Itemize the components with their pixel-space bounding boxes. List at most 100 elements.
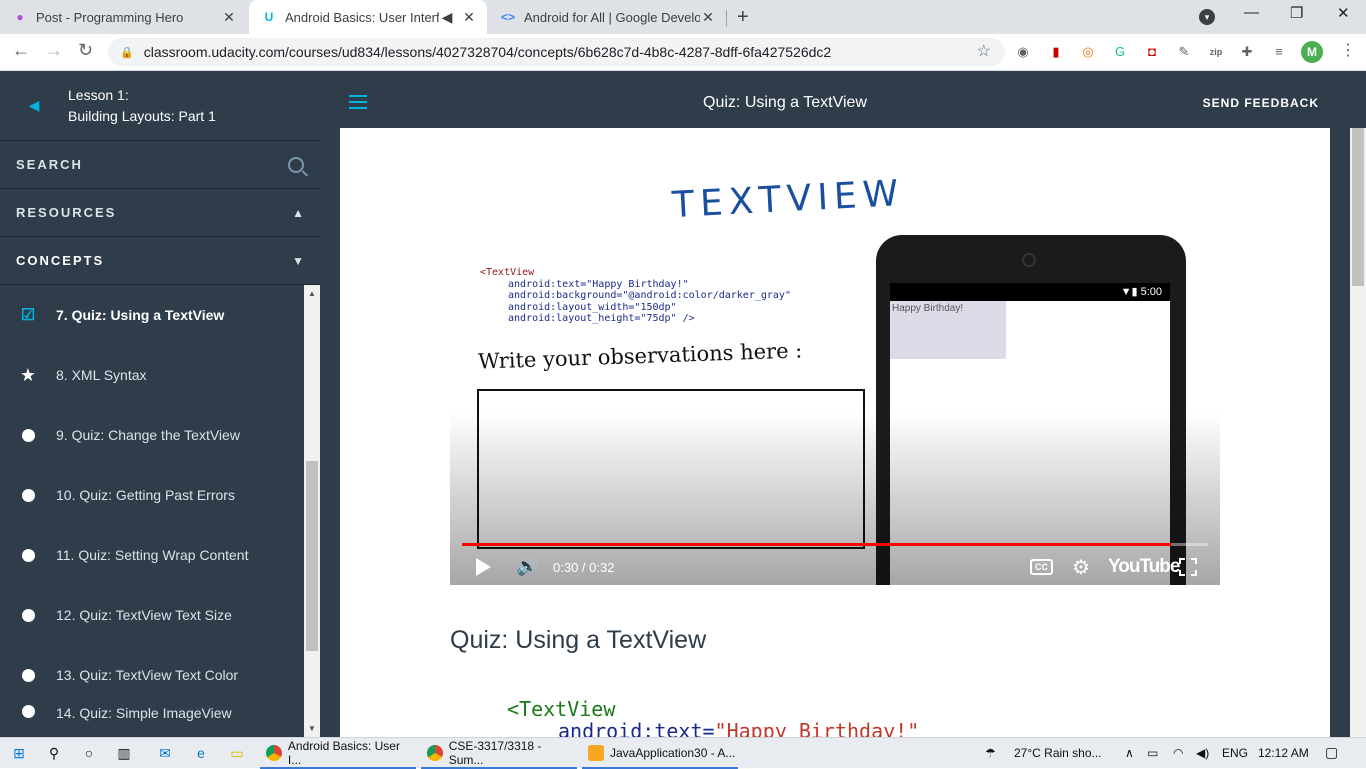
lesson-number: Lesson 1: [68,86,129,103]
tray-chevron-icon[interactable]: ∧ [1125,746,1134,760]
lesson-title: Building Layouts: Part 1 [68,107,216,124]
tab-android-basics[interactable]: U Android Basics: User Interfac ◀ ✕ [249,0,487,34]
concept-item[interactable]: 14. Quiz: Simple ImageView [0,705,304,737]
notifications-icon[interactable]: ▢ [1325,744,1338,761]
grammarly-icon[interactable]: G [1111,43,1129,61]
speaker-icon[interactable]: ◀) [1196,746,1209,760]
google-developers-favicon-icon: <> [500,10,515,24]
pocket-icon[interactable]: ◘ [1143,43,1161,61]
search-icon[interactable] [288,156,304,173]
concept-item[interactable]: 10. Quiz: Getting Past Errors [0,465,304,525]
concept-item[interactable]: 11. Quiz: Setting Wrap Content [0,525,304,585]
address-bar[interactable]: 🔒 classroom.udacity.com/courses/ud834/le… [108,38,1005,66]
taskbar-app-netbeans[interactable]: JavaApplication30 - A... [582,738,738,769]
scroll-up-icon[interactable]: ▲ [304,289,320,298]
captions-icon[interactable]: CC [1030,559,1053,575]
close-window-button[interactable]: ✕ [1337,4,1350,22]
taskbar-app-chrome-2[interactable]: CSE-3317/3318 - Sum... [421,738,577,769]
task-view-icon[interactable]: ▥ [115,744,133,762]
url-text[interactable]: classroom.udacity.com/courses/ud834/less… [144,44,832,60]
sidebar-search[interactable]: SEARCH [0,141,320,189]
settings-gear-icon[interactable]: ⚙ [1072,555,1090,580]
battery-icon[interactable]: ▭ [1147,746,1158,760]
minimize-button[interactable]: — [1244,4,1259,21]
sidebar-scrollbar[interactable]: ▲ ▼ [304,285,320,737]
camera-extension-icon[interactable]: ◉ [1014,43,1032,61]
tab-programming-hero[interactable]: ● Post - Programming Hero ✕ [0,0,247,34]
youtube-logo[interactable]: YouTube [1108,556,1180,578]
concept-label: 9. Quiz: Change the TextView [56,427,240,443]
extensions-puzzle-icon[interactable]: ✚ [1238,43,1256,61]
eyedropper-icon[interactable]: ✎ [1175,43,1193,61]
lesson-header[interactable]: ◀ Lesson 1: Building Layouts: Part 1 [0,71,320,141]
weather-icon[interactable]: ☂ [985,746,996,760]
resources-label: RESOURCES [16,205,117,220]
concept-item[interactable]: 9. Quiz: Change the TextView [0,405,304,465]
lock-icon[interactable]: 🔒 [120,46,134,59]
bookmark-star-icon[interactable]: ☆ [977,41,991,61]
send-feedback-button[interactable]: SEND FEEDBACK [1203,96,1319,110]
file-explorer-icon[interactable]: ▭ [228,744,246,762]
circle-extension-icon[interactable]: ◎ [1079,43,1097,61]
search-icon[interactable]: ⚲ [45,744,63,762]
concept-label: 8. XML Syntax [56,367,147,383]
volume-icon[interactable]: 🔊 [516,556,538,577]
concept-label: 14. Quiz: Simple ImageView [56,705,232,721]
caret-up-icon: ▲ [292,205,304,220]
gitzip-icon[interactable]: zip [1207,43,1225,61]
weather-text[interactable]: 27°C Rain sho... [1014,746,1102,760]
taskbar-app-chrome[interactable]: Android Basics: User I... [260,738,416,769]
color-extension-icon[interactable]: ▮ [1047,43,1065,61]
wifi-icon[interactable]: ◠ [1173,746,1183,760]
code-line: android:layout_height="75dp" /> [508,313,695,324]
concept-item[interactable]: ☑ 7. Quiz: Using a TextView [0,285,304,345]
tab-android-for-all[interactable]: <> Android for All | Google Develo ✕ [488,0,726,34]
fullscreen-icon[interactable] [1179,558,1197,576]
back-icon[interactable]: ← [12,40,30,61]
close-tab-icon[interactable]: ✕ [700,9,716,26]
scroll-down-icon[interactable]: ▼ [304,724,320,733]
code-attr: android:text= [558,719,715,737]
tab-search-icon[interactable]: ▾ [1199,9,1215,25]
concepts-label: CONCEPTS [16,253,105,268]
new-tab-button[interactable]: + [737,6,749,29]
language-indicator[interactable]: ENG [1222,746,1248,760]
windows-start-icon[interactable]: ⊞ [10,744,28,762]
dot-icon [0,488,56,502]
phone-status-bar: ▼▮ 5:00 [890,283,1170,301]
forward-icon[interactable]: → [45,40,63,61]
profile-avatar[interactable]: M [1301,41,1323,63]
main-scrollbar[interactable] [1350,128,1366,737]
close-tab-icon[interactable]: ✕ [461,9,477,26]
mail-icon[interactable]: ✉ [156,744,174,762]
scrollbar-thumb[interactable] [1352,128,1364,286]
concept-item[interactable]: 13. Quiz: TextView Text Color [0,645,304,705]
video-player[interactable]: TEXTVIEW <TextView android:text="Happy B… [450,161,1220,585]
concept-item[interactable]: 12. Quiz: TextView Text Size [0,585,304,645]
reading-list-icon[interactable]: ≡ [1270,43,1288,61]
tab-title: Post - Programming Hero [36,9,184,25]
sidebar-concepts[interactable]: CONCEPTS ▼ [0,237,320,285]
scrollbar-thumb[interactable] [306,461,318,651]
main-content: TEXTVIEW <TextView android:text="Happy B… [340,128,1330,737]
back-arrow-icon[interactable]: ◀ [0,97,68,114]
dot-icon [0,548,56,562]
reload-icon[interactable]: ↻ [78,40,93,61]
tab-title: Android Basics: User Interfac [285,9,439,25]
page-title: Quiz: Using a TextView [703,94,867,111]
edge-icon[interactable]: e [192,744,210,762]
concept-item[interactable]: ★ 8. XML Syntax [0,345,304,405]
cortana-icon[interactable]: ○ [80,744,98,762]
video-progress-bar[interactable] [462,543,1208,546]
sidebar-resources[interactable]: RESOURCES ▲ [0,189,320,237]
restore-button[interactable]: ❐ [1290,4,1303,22]
close-tab-icon[interactable]: ✕ [221,9,237,26]
netbeans-icon [588,744,604,761]
code-attribute-line: android:text="Happy Birthday!" [507,720,919,737]
clock[interactable]: 12:12 AM [1258,746,1309,760]
browser-menu-icon[interactable]: ⋮ [1340,40,1356,60]
dot-icon [0,668,56,682]
audio-icon[interactable]: ◀ [439,9,455,26]
code-line: android:background="@android:color/darke… [508,290,791,301]
play-icon[interactable] [476,558,491,576]
